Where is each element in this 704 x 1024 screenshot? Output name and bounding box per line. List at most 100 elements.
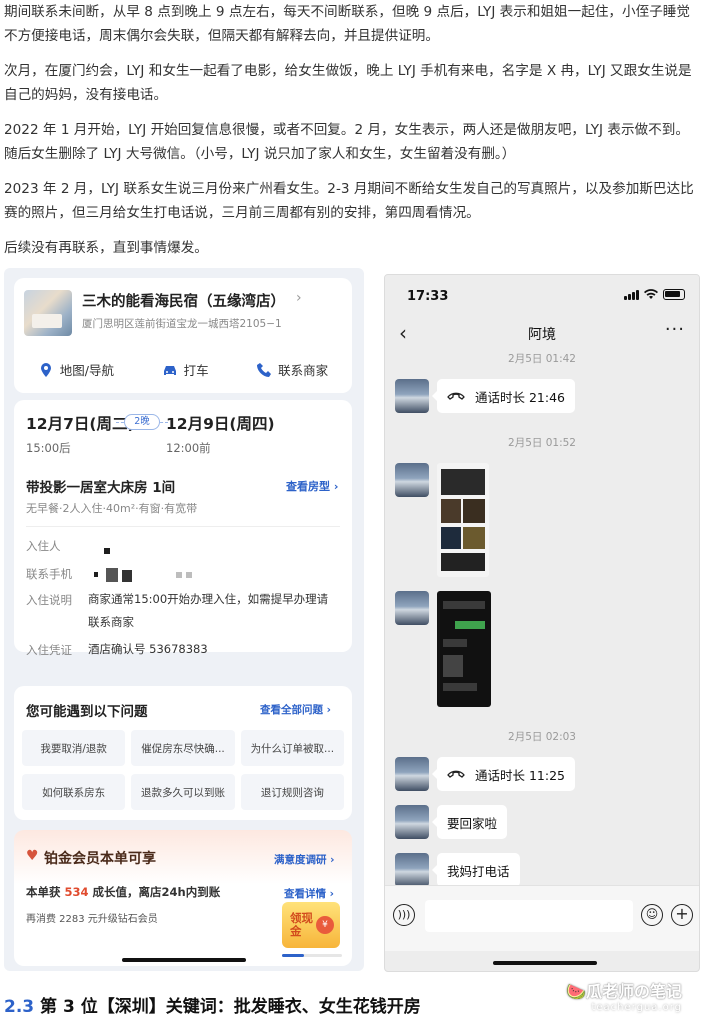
hotel-order-screenshot: 三木的能看海民宿（五缘湾店） › 厦门思明区莲前街道宝龙一城西塔2105−1 地… — [4, 268, 364, 971]
redacted-guest — [104, 548, 110, 554]
growth-suffix: 成长值，离店24h内到账 — [88, 885, 221, 899]
watermark-title: 🍉瓜老师の笔记 — [566, 982, 682, 1001]
map-navigation-label: 地图/导航 — [59, 363, 114, 378]
divider — [26, 526, 340, 527]
image-message[interactable] — [437, 463, 489, 577]
growth-prefix: 本单获 — [26, 885, 65, 899]
article-paragraph-3: 2022 年 1 月开始，LYJ 开始回复信息很慢，或者不回复。2 月，女生表示… — [4, 122, 689, 162]
member-card: ♥ 铂金会员本单可享 满意度调研 › 本单获 534 成长值，离店24h内到账 … — [14, 830, 352, 966]
phone-icon — [257, 362, 272, 377]
call-duration: 通话时长 21:46 — [475, 389, 565, 405]
faq-item[interactable]: 如何联系房东 — [22, 774, 126, 810]
checkin-time: 15:00后 — [26, 441, 71, 455]
voice-icon[interactable]: ))) — [393, 904, 415, 926]
room-details: 无早餐·2人入住·40m²·有窗·有宽带 — [26, 502, 198, 515]
message-input[interactable] — [425, 900, 633, 932]
checkout-time: 12:00前 — [166, 441, 211, 455]
image-message[interactable] — [437, 591, 491, 707]
taxi-button[interactable]: 打车 — [162, 360, 209, 379]
car-icon — [163, 365, 176, 375]
cash-coupon-button[interactable]: 领现金 ¥ — [282, 902, 340, 948]
satisfaction-survey-link[interactable]: 满意度调研 › — [274, 852, 334, 867]
guest-label: 入住人 — [26, 539, 61, 553]
map-pin-icon — [40, 362, 51, 377]
faq-item[interactable]: 退款多久可以到账 — [131, 774, 235, 810]
redacted-phone — [106, 568, 118, 582]
faq-title: 您可能遇到以下问题 — [26, 704, 148, 720]
hotel-actions: 地图/导航 打车 联系商家 — [14, 360, 352, 379]
taxi-label: 打车 — [183, 363, 209, 378]
growth-points: 534 — [64, 885, 89, 899]
article-paragraph-5: 后续没有再联系，直到事情爆发。 — [4, 240, 208, 256]
article-paragraph-1: 期间联系未间断，从早 8 点到晚上 9 点左右，每天不间断联系，但晚 9 点后，… — [4, 4, 690, 44]
view-room-type-link[interactable]: 查看房型 › — [286, 478, 338, 494]
nights-badge: 2晚 — [124, 414, 160, 430]
section-number: 2.3 — [4, 997, 35, 1017]
faq-item[interactable]: 我要取消/退款 — [22, 730, 126, 766]
faq-item[interactable]: 退订规则咨询 — [240, 774, 344, 810]
message-timestamp: 2月5日 01:52 — [508, 437, 576, 449]
call-duration: 通话时长 11:25 — [475, 767, 565, 783]
room-title: 带投影一居室大床房 1间 — [26, 480, 176, 496]
map-navigation-button[interactable]: 地图/导航 — [38, 360, 114, 379]
view-details-link[interactable]: 查看详情 › — [284, 886, 334, 901]
faq-item[interactable]: 为什么订单被取... — [240, 730, 344, 766]
checkin-note: 商家通常15:00开始办理入住，如需提早办理请联系商家 — [88, 592, 329, 629]
avatar[interactable] — [395, 463, 429, 497]
hotel-name[interactable]: 三木的能看海民宿（五缘湾店） — [82, 290, 285, 311]
signal-icon — [624, 289, 639, 300]
hotel-photo[interactable] — [24, 290, 72, 336]
view-all-questions-link[interactable]: 查看全部问题 › — [260, 702, 331, 717]
section-heading: 2.3 第 3 位【深圳】关键词：批发睡衣、女生花钱开房 — [4, 992, 421, 1017]
growth-points-line: 本单获 534 成长值，离店24h内到账 — [26, 884, 220, 900]
status-time: 17:33 — [407, 289, 449, 304]
phone-hangup-icon — [447, 770, 465, 778]
article-body: 期间联系未间断，从早 8 点到晚上 9 点左右，每天不间断联系，但晚 9 点后，… — [4, 0, 700, 271]
home-indicator — [122, 958, 246, 962]
avatar[interactable] — [395, 379, 429, 413]
emoji-icon[interactable]: ☺ — [641, 904, 663, 926]
message-timestamp: 2月5日 02:03 — [508, 731, 576, 743]
voucher-value: 酒店确认号 53678383 — [88, 642, 208, 656]
coupon-label: 领现金 — [290, 911, 313, 938]
more-icon[interactable]: ··· — [665, 319, 685, 340]
call-record-bubble[interactable]: 通话时长 11:25 — [432, 757, 575, 791]
phone-label: 联系手机 — [26, 567, 72, 581]
contact-merchant-button[interactable]: 联系商家 — [256, 360, 328, 379]
hotel-address: 厦门思明区莲前街道宝龙一城西塔2105−1 — [82, 318, 282, 330]
member-title: 铂金会员本单可享 — [44, 851, 156, 867]
watermark: 🍉瓜老师の笔记 teachergua.org — [566, 978, 682, 1013]
upgrade-hint: 再消费 2283 元升级钻石会员 — [26, 914, 158, 925]
voucher-label: 入住凭证 — [26, 643, 72, 657]
text-message[interactable]: 我妈打电话 — [432, 853, 520, 887]
avatar[interactable] — [395, 591, 429, 625]
contact-merchant-label: 联系商家 — [278, 363, 329, 378]
avatar[interactable] — [395, 853, 429, 887]
home-indicator — [493, 961, 597, 965]
redacted-phone — [122, 570, 132, 582]
watermark-url: teachergua.org — [591, 1002, 682, 1013]
redacted-phone — [186, 572, 192, 578]
call-record-bubble[interactable]: 通话时长 21:46 — [432, 379, 575, 413]
avatar[interactable] — [395, 805, 429, 839]
article-paragraph-2: 次月，在厦门约会，LYJ 和女生一起看了电影，给女生做饭，晚上 LYJ 手机有来… — [4, 63, 692, 103]
phone-hangup-icon — [447, 392, 465, 400]
article-paragraph-4: 2023 年 2 月，LYJ 联系女生说三月份来广州看女生。2-3 月期间不断给… — [4, 181, 694, 221]
chevron-right-icon[interactable]: › — [296, 290, 302, 306]
heart-badge-icon: ♥ — [26, 848, 39, 864]
text-message[interactable]: 要回家啦 — [431, 805, 508, 839]
checkin-date: 12月7日(周二) — [26, 415, 135, 433]
avatar[interactable] — [395, 757, 429, 791]
faq-card: 您可能遇到以下问题 查看全部问题 › 我要取消/退款 催促房东尽快确... 为什… — [14, 686, 352, 820]
redacted-phone — [94, 572, 98, 577]
message-timestamp: 2月5日 01:42 — [508, 353, 576, 365]
hotel-card: 三木的能看海民宿（五缘湾店） › 厦门思明区莲前街道宝龙一城西塔2105−1 地… — [14, 278, 352, 393]
plus-icon[interactable]: + — [671, 904, 693, 926]
chat-screenshot: 17:33 ‹ 阿境 ··· 2月5日 01:42 通话时长 21:46 2月5… — [384, 274, 700, 972]
chat-title: 阿境 — [528, 327, 556, 343]
checkout-date: 12月9日(周四) — [166, 415, 275, 433]
carousel-indicator — [282, 954, 342, 957]
checkin-note-label: 入住说明 — [26, 593, 72, 607]
battery-icon — [663, 289, 685, 300]
faq-item[interactable]: 催促房东尽快确... — [131, 730, 235, 766]
